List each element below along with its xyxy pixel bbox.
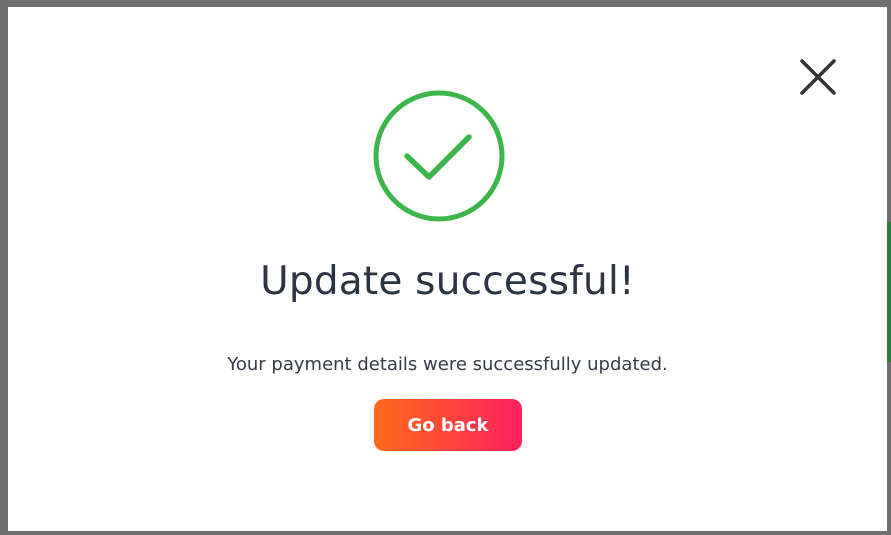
- dialog-message: Your payment details were successfully u…: [227, 354, 668, 375]
- go-back-button[interactable]: Go back: [374, 399, 522, 451]
- close-icon: [800, 59, 836, 95]
- close-button[interactable]: [798, 57, 838, 97]
- background-accent-bar: [887, 222, 891, 362]
- dialog-title: Update successful!: [260, 259, 635, 304]
- success-dialog: Update successful! Your payment details …: [8, 7, 887, 531]
- check-circle-icon: [373, 90, 505, 222]
